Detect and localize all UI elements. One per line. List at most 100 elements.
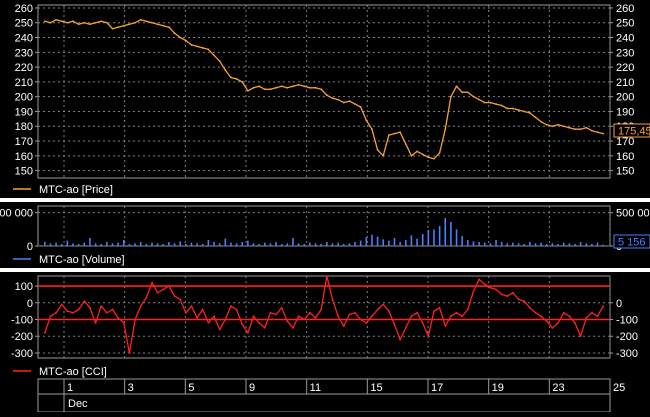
- cci-point: [292, 326, 294, 329]
- volume-ytick-left-label: 500 000: [0, 208, 33, 220]
- cci-point: [77, 308, 80, 311]
- cci-point: [421, 321, 424, 324]
- cci-point: [455, 311, 458, 314]
- x-axis: Dec 1 3 5 9 11 15 17 19 23 25: [37, 378, 625, 413]
- cci-point: [574, 321, 576, 324]
- cci-point: [500, 293, 503, 296]
- cci-point: [551, 326, 554, 329]
- price-point: [455, 85, 458, 88]
- price-ytick-right-label: 230: [616, 47, 634, 59]
- price-point: [100, 20, 103, 23]
- cci-point: [94, 321, 97, 324]
- x-tick-label: 9: [249, 382, 255, 394]
- chart-canvas[interactable]: 150160170180190200210220230240250260 150…: [0, 0, 650, 413]
- cci-point: [325, 275, 328, 277]
- price-point: [602, 132, 605, 135]
- cci-point: [66, 310, 69, 313]
- price-point: [246, 89, 249, 92]
- cci-point: [89, 306, 91, 309]
- cci-point: [122, 321, 125, 324]
- cci-point: [472, 290, 475, 292]
- price-point: [168, 26, 170, 29]
- cci-point: [252, 315, 255, 318]
- volume-legend[interactable]: MTC-ao [Volume]: [13, 254, 125, 266]
- cci-yticks-right: 0 -100 -200 -300: [610, 298, 638, 360]
- price-legend[interactable]: MTC-ao [Price]: [13, 184, 113, 196]
- price-point: [427, 156, 430, 159]
- cci-point: [416, 311, 418, 314]
- panel-separator-2[interactable]: [0, 268, 650, 272]
- price-point: [303, 85, 306, 88]
- x-tick-label: 19: [492, 382, 504, 394]
- price-ytick-right-label: 150: [616, 166, 634, 178]
- price-ytick-right-label: 220: [616, 62, 634, 74]
- cci-point: [241, 323, 244, 326]
- cci-point: [201, 308, 204, 311]
- cci-point: [585, 316, 588, 319]
- price-point: [342, 101, 345, 104]
- price-point: [478, 98, 480, 101]
- cci-point: [523, 300, 526, 303]
- price-point: [438, 151, 441, 154]
- price-point: [359, 106, 362, 108]
- cci-point: [83, 300, 86, 303]
- price-ytick-left-label: 200: [15, 92, 33, 104]
- price-point: [218, 60, 221, 63]
- cci-point: [495, 288, 497, 291]
- price-point: [230, 76, 232, 79]
- price-point: [235, 78, 238, 80]
- cci-point: [117, 316, 120, 319]
- price-point: [105, 21, 108, 24]
- price-point: [94, 21, 97, 24]
- price-point: [495, 103, 497, 105]
- price-point: [416, 150, 418, 153]
- price-point: [461, 91, 464, 94]
- price-point: [387, 134, 390, 137]
- price-point: [173, 32, 176, 34]
- cci-point: [246, 331, 249, 334]
- cci-ytick-left-label: -100: [11, 315, 33, 327]
- cci-point: [173, 295, 176, 297]
- price-point: [540, 120, 543, 123]
- cci-ytick-left-label: 0: [27, 298, 33, 310]
- price-point: [196, 45, 199, 48]
- price-point: [224, 69, 227, 71]
- price-point: [43, 20, 46, 23]
- price-point: [201, 46, 204, 49]
- cci-point: [404, 326, 407, 329]
- cci-line: [44, 275, 604, 354]
- price-point: [280, 85, 283, 88]
- cci-point: [286, 320, 289, 323]
- panel-separator-1[interactable]: [0, 198, 650, 202]
- price-point: [466, 91, 469, 94]
- price-point: [517, 109, 520, 111]
- cci-ytick-right-label: -300: [616, 348, 638, 360]
- volume-legend-label: MTC-ao [Volume]: [39, 254, 125, 266]
- price-ytick-right-label: 260: [616, 3, 634, 15]
- cci-ytick-right-label: -100: [616, 315, 638, 327]
- cci-point: [168, 285, 170, 287]
- x-tick-label: 23: [552, 382, 564, 394]
- price-point: [128, 23, 131, 26]
- x-axis-frame: [37, 378, 611, 413]
- price-ytick-right-label: 170: [616, 136, 634, 148]
- price-point: [354, 103, 356, 105]
- x-tick-label: 3: [128, 382, 134, 394]
- cci-point: [218, 328, 221, 331]
- price-point: [111, 27, 114, 30]
- cci-point: [450, 315, 452, 318]
- volume-bars: [44, 218, 604, 246]
- cci-legend[interactable]: MTC-ao [CCI]: [13, 366, 107, 378]
- price-ytick-left-label: 230: [15, 47, 33, 59]
- cci-point: [596, 315, 599, 318]
- price-point: [421, 153, 424, 156]
- price-point: [117, 26, 120, 29]
- cci-point: [359, 318, 362, 321]
- price-point: [269, 88, 272, 91]
- cci-point: [303, 318, 306, 321]
- cci-point: [49, 315, 52, 318]
- cci-point: [269, 311, 272, 314]
- price-ytick-right-label: 240: [616, 33, 634, 45]
- cci-point: [179, 298, 182, 301]
- cci-point: [111, 308, 114, 311]
